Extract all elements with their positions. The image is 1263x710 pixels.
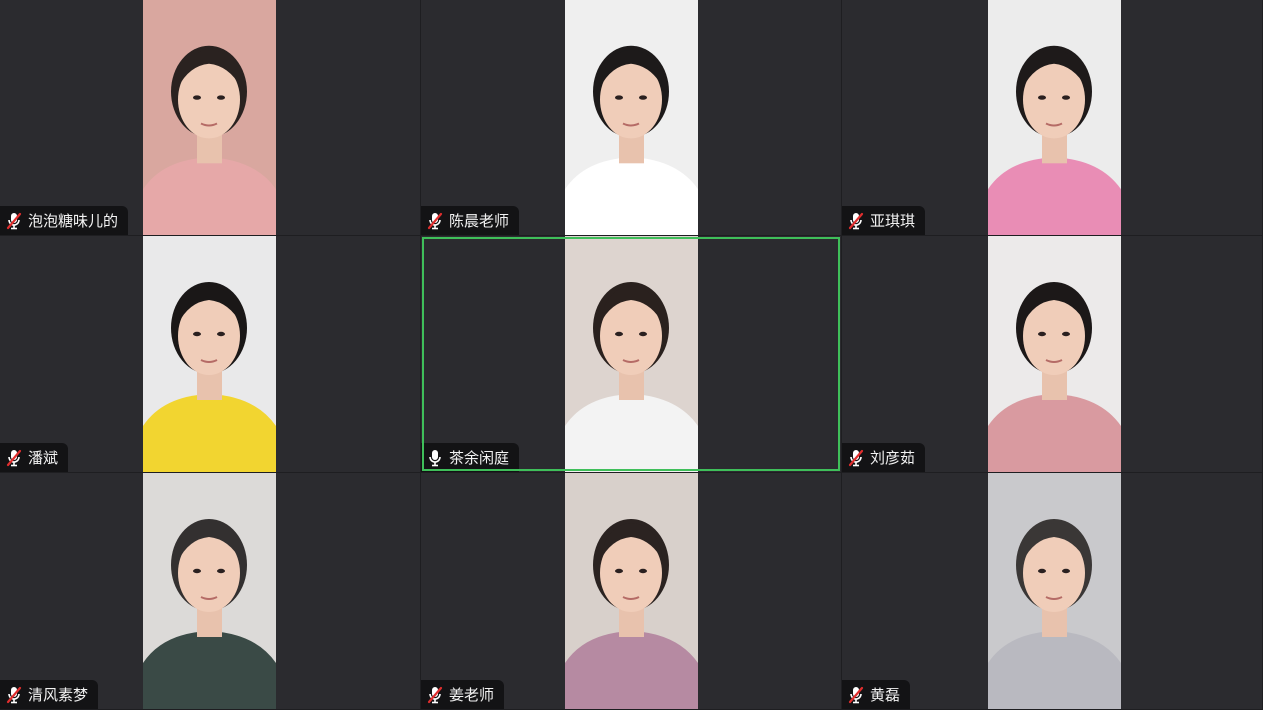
participant-video: [988, 0, 1121, 235]
mic-muted-icon: [427, 212, 443, 229]
mic-muted-icon: [6, 686, 22, 703]
participant-name: 清风素梦: [28, 686, 89, 704]
participant-video: [565, 473, 698, 709]
participant-video: [143, 236, 276, 472]
mic-muted-icon: [6, 449, 22, 466]
participant-name: 黄磊: [870, 686, 901, 704]
participant-tile[interactable]: 清风素梦: [0, 473, 421, 710]
participant-tile[interactable]: 刘彦茹: [842, 236, 1263, 473]
participant-name: 泡泡糖味儿的: [28, 212, 119, 230]
participant-video: [988, 473, 1121, 709]
participant-tile[interactable]: 陈晨老师: [421, 0, 842, 236]
participant-tile[interactable]: 黄磊: [842, 473, 1263, 710]
mic-muted-icon: [848, 212, 864, 229]
participant-name-tag: 茶余闲庭: [421, 443, 520, 472]
participant-tile[interactable]: 茶余闲庭: [421, 236, 842, 473]
video-grid: 泡泡糖味儿的 陈晨老师 亚琪琪潘斌 茶余闲庭 刘彦茹清风素梦 姜老师 黄磊: [0, 0, 1263, 710]
participant-video: [565, 0, 698, 235]
participant-name: 潘斌: [28, 449, 59, 467]
participant-video: [143, 0, 276, 235]
participant-name: 亚琪琪: [870, 212, 916, 230]
participant-name-tag: 姜老师: [421, 680, 505, 709]
mic-muted-icon: [848, 449, 864, 466]
participant-name-tag: 陈晨老师: [421, 206, 520, 235]
participant-name-tag: 泡泡糖味儿的: [0, 206, 129, 235]
participant-name: 陈晨老师: [449, 212, 510, 230]
mic-muted-icon: [427, 686, 443, 703]
mic-icon: [429, 449, 441, 466]
participant-name: 刘彦茹: [870, 449, 916, 467]
participant-name-tag: 刘彦茹: [842, 443, 926, 472]
participant-name: 茶余闲庭: [449, 449, 510, 467]
participant-name: 姜老师: [449, 686, 495, 704]
participant-tile[interactable]: 泡泡糖味儿的: [0, 0, 421, 236]
mic-muted-icon: [6, 212, 22, 229]
participant-video: [143, 473, 276, 709]
participant-name-tag: 亚琪琪: [842, 206, 926, 235]
participant-tile[interactable]: 潘斌: [0, 236, 421, 473]
participant-tile[interactable]: 姜老师: [421, 473, 842, 710]
participant-name-tag: 清风素梦: [0, 680, 99, 709]
mic-muted-icon: [848, 686, 864, 703]
participant-video: [565, 236, 698, 472]
participant-name-tag: 黄磊: [842, 680, 911, 709]
participant-tile[interactable]: 亚琪琪: [842, 0, 1263, 236]
participant-video: [988, 236, 1121, 472]
participant-name-tag: 潘斌: [0, 443, 69, 472]
